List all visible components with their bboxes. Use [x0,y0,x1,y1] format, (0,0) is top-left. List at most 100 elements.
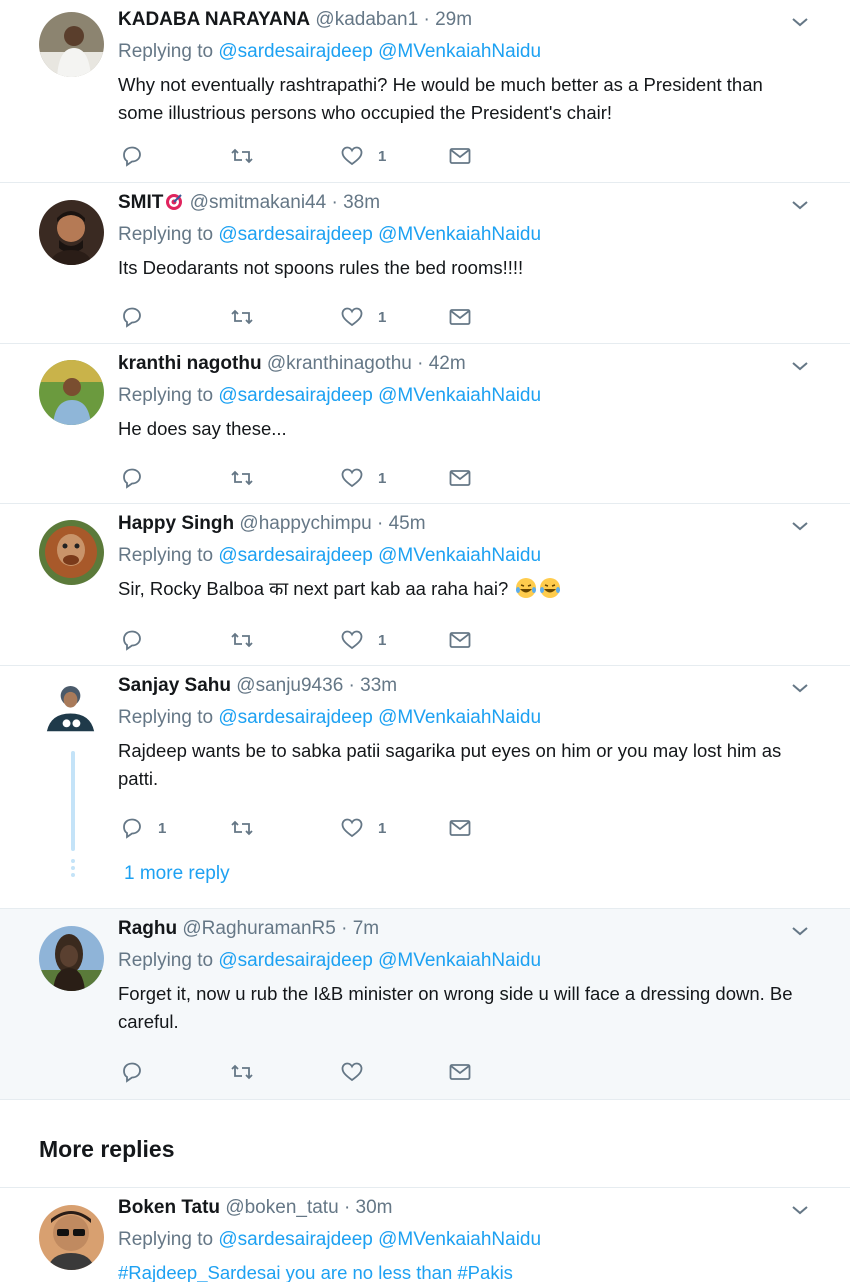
reply-icon [123,307,141,328]
chevron-down-icon[interactable] [790,921,810,941]
reply-tweet[interactable]: Raghu @RaghuramanR5 · 7m Replying to @sa… [0,909,850,1100]
heart-icon [341,468,363,488]
reply-tweet[interactable]: Sanjay Sahu @sanju9436 · 33m Replying to… [0,666,850,909]
user-handle[interactable]: @happychimpu [239,513,371,534]
mention-link[interactable]: @MVenkaiahNaidu [378,950,541,971]
replying-to-label: Replying to [118,545,214,566]
mention-link[interactable]: @sardesairajdeep [218,224,373,245]
like-button[interactable]: 1 [340,143,386,169]
reply-button[interactable]: 1 [120,815,166,841]
reply-tweet[interactable]: Boken Tatu @boken_tatu · 30m Replying to… [0,1188,850,1282]
mention-link[interactable]: @sardesairajdeep [218,385,373,406]
mention-link[interactable]: @sardesairajdeep [218,1229,373,1250]
avatar[interactable] [39,682,103,746]
avatar[interactable] [39,200,104,265]
tweet-time[interactable]: 38m [343,192,380,213]
reply-tweet[interactable]: kranthi nagothu @kranthinagothu · 42m Re… [0,344,850,504]
like-button[interactable] [340,1059,378,1085]
retweet-button[interactable] [230,627,254,653]
mention-link[interactable]: @sardesairajdeep [218,707,373,728]
display-name[interactable]: Happy Singh [118,513,234,534]
direct-message-button[interactable] [448,304,472,330]
direct-message-button[interactable] [448,1059,472,1085]
reply-button[interactable] [120,304,158,330]
direct-message-button[interactable] [448,627,472,653]
direct-message-button[interactable] [448,465,472,491]
chevron-down-icon[interactable] [790,678,810,698]
reply-tweet[interactable]: SMIT @smitmakani44 · 38m Replying to @sa… [0,183,850,344]
chevron-down-icon[interactable] [790,516,810,536]
reply-tweet[interactable]: Happy Singh @happychimpu · 45m Replying … [0,504,850,666]
tweet-time[interactable]: 30m [356,1197,393,1218]
replying-to-line: Replying to @sardesairajdeep @MVenkaiahN… [118,949,541,973]
envelope-icon [449,1064,471,1080]
display-name[interactable]: kranthi nagothu [118,353,262,374]
display-name[interactable]: SMIT [118,192,163,213]
user-handle[interactable]: @smitmakani44 [190,192,327,213]
tweet-time[interactable]: 42m [429,353,466,374]
mention-link[interactable]: @MVenkaiahNaidu [378,385,541,406]
avatar[interactable] [39,1205,104,1270]
display-name[interactable]: Raghu [118,918,177,939]
thread-line [71,751,75,851]
tweet-time[interactable]: 33m [360,675,397,696]
replying-to-line: Replying to @sardesairajdeep @MVenkaiahN… [118,706,541,730]
chevron-down-icon[interactable] [790,356,810,376]
mention-link[interactable]: @MVenkaiahNaidu [378,1229,541,1250]
display-name[interactable]: Sanjay Sahu [118,675,231,696]
reply-button[interactable] [120,465,158,491]
avatar[interactable] [39,360,104,425]
chevron-down-icon[interactable] [790,195,810,215]
avatar[interactable] [39,520,104,585]
more-replies-header: More replies [0,1114,850,1188]
user-handle[interactable]: @RaghuramanR5 [182,918,335,939]
mention-link[interactable]: @MVenkaiahNaidu [378,41,541,62]
chevron-down-icon[interactable] [790,12,810,32]
display-name[interactable]: KADABA NARAYANA [118,9,310,30]
reply-button[interactable] [120,627,158,653]
mention-link[interactable]: @sardesairajdeep [218,950,373,971]
mention-link[interactable]: @MVenkaiahNaidu [378,545,541,566]
user-handle[interactable]: @kranthinagothu [267,353,412,374]
replying-to-label: Replying to [118,385,214,406]
retweet-button[interactable] [230,465,254,491]
user-handle[interactable]: @sanju9436 [236,675,343,696]
tweet-time[interactable]: 29m [435,9,472,30]
chevron-down-icon[interactable] [790,1200,810,1220]
tweet-header: Sanjay Sahu @sanju9436 · 33m [118,674,397,698]
display-name[interactable]: Boken Tatu [118,1197,220,1218]
direct-message-button[interactable] [448,143,472,169]
separator-dot: · [417,353,424,374]
like-button[interactable]: 1 [340,465,386,491]
like-count: 1 [378,147,387,165]
reply-icon [123,630,141,651]
separator-dot: · [343,1197,351,1218]
avatar[interactable] [39,12,104,77]
direct-message-button[interactable] [448,815,472,841]
tweet-text: Sir, Rocky Balboa का next part kab aa ra… [118,575,808,603]
envelope-icon [449,148,471,164]
reply-icon [123,1062,141,1083]
reply-tweet[interactable]: KADABA NARAYANA @kadaban1 · 29m Replying… [0,0,850,183]
like-button[interactable]: 1 [340,627,386,653]
mention-link[interactable]: @sardesairajdeep [218,41,373,62]
show-more-replies-link[interactable]: 1 more reply [124,863,230,885]
tweet-time[interactable]: 45m [389,513,426,534]
replying-to-label: Replying to [118,707,214,728]
retweet-button[interactable] [230,143,254,169]
user-handle[interactable]: @boken_tatu [225,1197,338,1218]
avatar[interactable] [39,926,104,991]
retweet-button[interactable] [230,304,254,330]
mention-link[interactable]: @MVenkaiahNaidu [378,707,541,728]
mention-link[interactable]: @MVenkaiahNaidu [378,224,541,245]
retweet-button[interactable] [230,815,254,841]
reply-button[interactable] [120,143,158,169]
user-handle[interactable]: @kadaban1 [315,9,418,30]
mention-link[interactable]: @sardesairajdeep [218,545,373,566]
tweet-time[interactable]: 7m [353,918,379,939]
retweet-button[interactable] [230,1059,254,1085]
reply-button[interactable] [120,1059,158,1085]
like-button[interactable]: 1 [340,815,386,841]
reply-icon [123,146,141,167]
like-button[interactable]: 1 [340,304,386,330]
